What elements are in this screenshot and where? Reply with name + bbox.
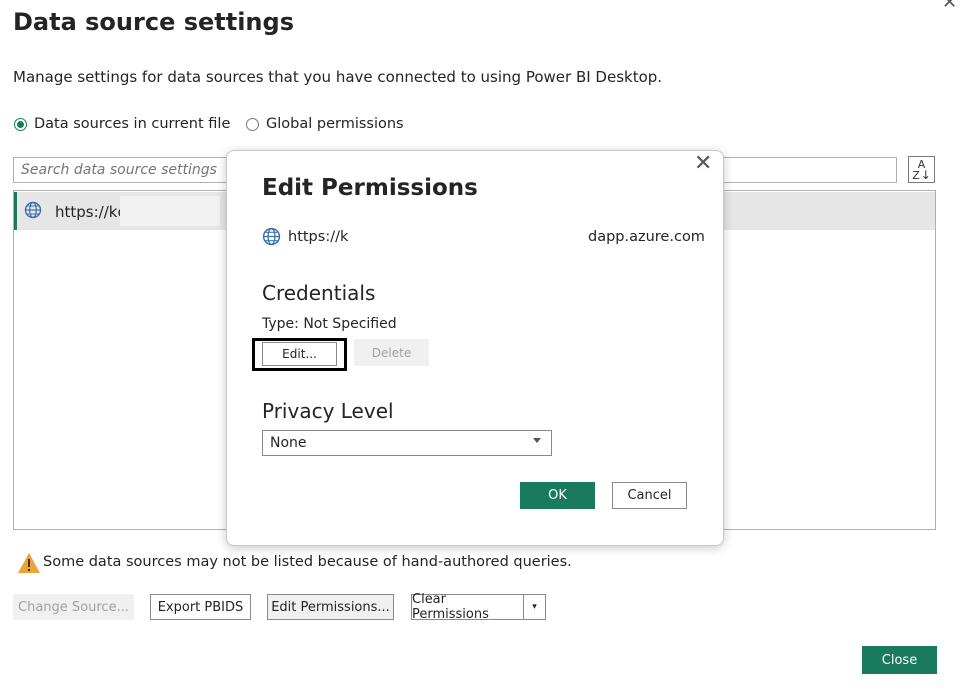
- sort-bottom-letter: Z: [912, 169, 920, 182]
- delete-credentials-button[interactable]: Delete: [354, 339, 429, 366]
- privacy-level-heading: Privacy Level: [262, 399, 394, 423]
- dialog-title: Data source settings: [13, 8, 294, 36]
- modal-title: Edit Permissions: [262, 175, 478, 201]
- change-source-button[interactable]: Change Source...: [13, 594, 134, 620]
- radio-global-permissions[interactable]: Global permissions: [246, 116, 404, 132]
- edit-credentials-button[interactable]: Edit...: [262, 342, 337, 366]
- close-button[interactable]: Close: [862, 646, 937, 674]
- sort-down-arrow-icon: ↓: [920, 168, 931, 182]
- modal-url-end: dapp.azure.com: [588, 229, 705, 245]
- radio-selected-icon[interactable]: [14, 117, 27, 131]
- warning-message: Some data sources may not be listed beca…: [43, 554, 572, 570]
- edit-permissions-button[interactable]: Edit Permissions...: [267, 594, 394, 620]
- sort-az-icon[interactable]: A Z ↓: [908, 156, 935, 183]
- cancel-button[interactable]: Cancel: [612, 482, 687, 509]
- globe-icon: [24, 201, 42, 219]
- credentials-heading: Credentials: [262, 281, 376, 305]
- warning-icon: [18, 553, 40, 573]
- radio-unselected-icon[interactable]: [246, 117, 259, 131]
- radio-current-file-label: Data sources in current file: [34, 116, 231, 132]
- radio-global-permissions-label: Global permissions: [266, 116, 404, 132]
- dropdown-arrow-icon[interactable]: [533, 438, 541, 443]
- dialog-close-icon[interactable]: ✕: [942, 0, 957, 13]
- radio-current-file[interactable]: Data sources in current file: [14, 116, 230, 132]
- list-item-url: https://kc: [55, 203, 126, 221]
- globe-icon: [262, 227, 281, 246]
- clear-permissions-button[interactable]: Clear Permissions: [411, 592, 524, 622]
- credentials-type: Type: Not Specified: [262, 316, 397, 332]
- dialog-description: Manage settings for data sources that yo…: [13, 68, 663, 86]
- redacted-region: [120, 196, 220, 226]
- modal-close-icon[interactable]: ✕: [694, 151, 712, 176]
- privacy-level-select[interactable]: None: [262, 430, 552, 456]
- modal-url-start: https://k: [288, 229, 349, 245]
- chevron-down-icon[interactable]: ▾: [523, 594, 546, 620]
- ok-button[interactable]: OK: [520, 482, 595, 509]
- export-pbids-button[interactable]: Export PBIDS: [150, 594, 251, 620]
